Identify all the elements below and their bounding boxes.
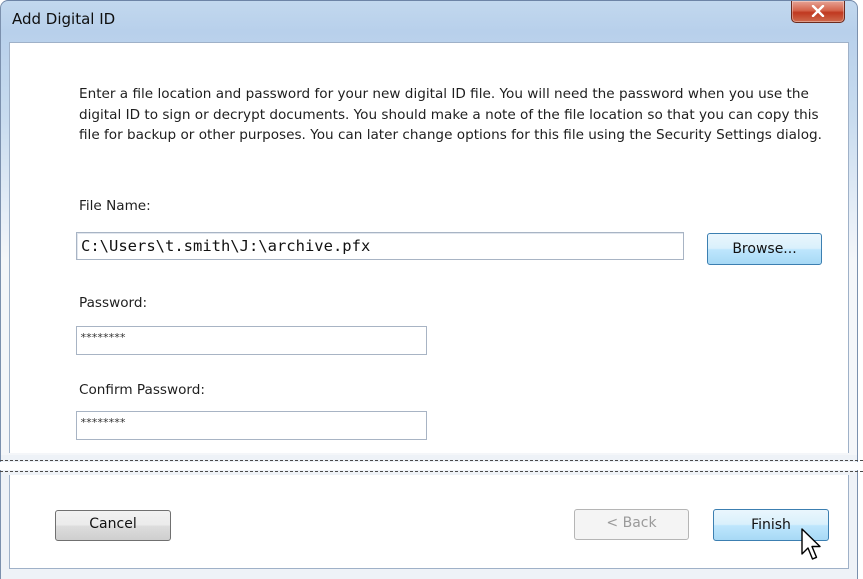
confirm-password-label: Confirm Password: [79, 382, 205, 398]
confirm-password-input[interactable]: ******** [76, 411, 427, 440]
password-input[interactable]: ******** [76, 326, 427, 355]
file-name-label: File Name: [79, 198, 151, 214]
file-name-input[interactable]: C:\Users\t.smith\J:\archive.pfx [76, 232, 684, 260]
instructions-text: Enter a file location and password for y… [79, 86, 822, 143]
cancel-button[interactable]: Cancel [55, 510, 171, 541]
mouse-pointer-icon [801, 528, 821, 560]
back-button[interactable]: < Back [574, 509, 689, 540]
password-label: Password: [79, 295, 148, 311]
tear-line-top [0, 460, 863, 461]
browse-button[interactable]: Browse... [707, 233, 822, 265]
close-button[interactable] [791, 1, 845, 23]
tear-line-bottom [0, 471, 863, 472]
window-title: Add Digital ID [12, 10, 116, 28]
close-x-icon [811, 5, 825, 17]
screenshot-tear-gap [0, 462, 863, 470]
